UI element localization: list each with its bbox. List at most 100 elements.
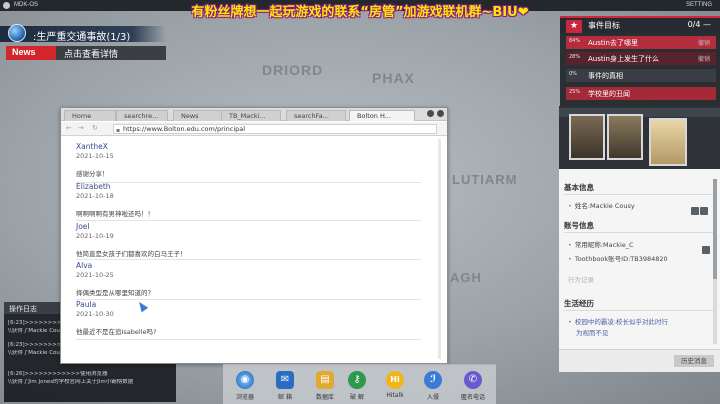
objective-item[interactable]: 84% Austin去了哪里 撤销 [566, 36, 716, 49]
globe-icon [8, 24, 26, 42]
objective-item[interactable]: 28% Austin身上发生了什么 撤销 [566, 52, 716, 65]
objective-label: Austin身上发生了什么 [588, 55, 659, 63]
comment-text: 择偶类型是从哪里知道的？ [76, 289, 154, 297]
app-label: 浏览器 [235, 394, 254, 401]
log-line: [6:26]>>>>>>>>>>>>使用浏览器 [8, 371, 108, 377]
tab-news[interactable]: News [173, 110, 225, 121]
profile-panel: 基本信息 • 姓名:Mackie Cousy 账号信息 • 常用昵称:Mackie_… [559, 106, 720, 372]
account-info-title: 账号信息 [564, 221, 594, 230]
objectives-count-value: 0/4 [687, 20, 701, 29]
scroll-thumb[interactable] [713, 179, 717, 279]
suspect-photo[interactable] [607, 114, 643, 160]
suspect-photo[interactable] [569, 114, 605, 160]
life-experience-title: 生活经历 [564, 299, 594, 308]
divider [564, 310, 714, 311]
hitalk-icon: Hi [386, 371, 404, 389]
browser-scrollbar[interactable] [438, 139, 441, 359]
profile-locked-item: 行为记录 [568, 276, 594, 284]
app-label: 破 解 [350, 394, 364, 401]
profile-footer: 历史消息 [559, 349, 720, 372]
comment-text: 感谢分享！ [76, 170, 109, 178]
url-field[interactable]: ▪ https://www.Bolton.edu.com/principal [113, 124, 437, 134]
phone-icon: ✆ [464, 371, 482, 389]
settings-button[interactable]: SETTING [686, 2, 712, 8]
forward-icon[interactable]: → [78, 124, 84, 132]
browser-window: Home searchre... News TB_Macki... search… [60, 107, 448, 364]
divider [564, 194, 714, 195]
minimize-icon[interactable] [427, 110, 434, 117]
news-detail-button[interactable]: 点击查看详情 [56, 46, 166, 60]
map-label-agh: AGH [450, 270, 482, 285]
star-icon: ★ [566, 20, 582, 33]
collapse-icon[interactable]: — [703, 20, 711, 29]
close-icon[interactable] [437, 110, 444, 117]
profile-name-text: 姓名:Mackie Cousy [574, 202, 635, 210]
objectives-header: ★ 事件目标 0/4 — [560, 16, 720, 33]
objectives-count[interactable]: 0/4 — [688, 20, 711, 29]
objective-undo[interactable]: 撤销 [698, 38, 710, 47]
app-label: 数据库 [315, 394, 334, 401]
objective-progress: 84% [569, 38, 581, 44]
browser-icon: ◉ [236, 371, 254, 389]
profile-toothbook-id-text: Toothbook账号ID:TB3984820 [574, 255, 668, 263]
comment-author[interactable]: Alva [76, 261, 421, 270]
address-bar: ← → ↻ ▪ https://www.Bolton.edu.com/princ… [61, 122, 447, 136]
history-messages-button[interactable]: 历史消息 [674, 355, 714, 367]
app-anonymous-call[interactable]: ✆ 匿名电话 [457, 367, 489, 404]
profile-scrollbar[interactable] [713, 179, 717, 344]
comment-text: 他简直是女孩子们都喜欢的白马王子！ [76, 250, 187, 258]
app-crack[interactable]: ⚷ 破 解 [341, 367, 373, 404]
name-actions [690, 200, 710, 215]
app-browser[interactable]: ◉ 浏览器 [229, 367, 261, 404]
comment: Alva 2021-10-25 择偶类型是从哪里知道的？ [76, 261, 421, 300]
objective-item[interactable]: 25% 学校里的丑闻 [566, 87, 716, 100]
copy-icon[interactable] [700, 207, 708, 215]
comment: Elizabeth 2021-10-18 啊啊啊啊有男神啦还吗！！ [76, 182, 421, 221]
profile-toothbook-id: • Toothbook账号ID:TB3984820 [568, 255, 668, 263]
map-label-phax: PHAX [372, 70, 415, 86]
objectives-title: 事件目标 [588, 21, 620, 30]
page-icon: ▪ [116, 127, 121, 134]
objective-undo[interactable]: 撤销 [698, 54, 710, 63]
map-label-lutiarm: LUTIARM [452, 172, 518, 187]
comment-author[interactable]: XantheX [76, 142, 421, 151]
tab-search-results[interactable]: searchre... [116, 110, 168, 121]
comment-author[interactable]: Paula [76, 300, 421, 309]
comment-text: 啊啊啊啊有男神啦还吗！！ [76, 210, 154, 218]
objective-label: Austin去了哪里 [588, 39, 638, 47]
objective-progress: 0% [569, 71, 577, 77]
tab-bolton[interactable]: Bolton H... [349, 110, 415, 121]
divider [564, 232, 714, 233]
objective-item[interactable]: 0% 事件的真相 [566, 69, 716, 82]
objective-label: 学校里的丑闻 [588, 90, 630, 98]
tag-icon[interactable] [691, 207, 699, 215]
profile-name: • 姓名:Mackie Cousy [568, 202, 635, 210]
profile-nickname-text: 常用昵称:Mackie_C [574, 241, 634, 249]
app-hitalk[interactable]: Hi Hitalk [379, 367, 411, 404]
life-item-continued[interactable]: 为视而不见 [576, 327, 609, 337]
app-database[interactable]: ▤ 数据库 [309, 367, 341, 404]
app-label: Hitalk [386, 392, 404, 399]
tab-tb-mackie[interactable]: TB_Macki... [221, 110, 281, 121]
tab-search-fa[interactable]: searchFa... [286, 110, 346, 121]
back-icon[interactable]: ← [66, 124, 72, 132]
objective-progress: 25% [569, 89, 581, 95]
hack-icon: ℐ [424, 371, 442, 389]
comments-section: XantheX 2021-10-15 感谢分享！ Elizabeth 2021-… [61, 137, 447, 364]
tag-icon[interactable] [702, 246, 710, 254]
suspect-photo-selected[interactable] [649, 118, 687, 166]
comment-text: 他最近不是在追Isabelle吗? [76, 328, 157, 336]
life-item[interactable]: • 校园中的霸凌:校长似乎对此时行 [568, 316, 668, 326]
reload-icon[interactable]: ↻ [92, 124, 98, 132]
comment-author[interactable]: Elizabeth [76, 182, 421, 191]
app-hack[interactable]: ℐ 入侵 [417, 367, 449, 404]
tab-home[interactable]: Home [64, 110, 116, 121]
app-mail[interactable]: ✉ 邮 箱 [269, 367, 301, 404]
comment: XantheX 2021-10-15 感谢分享！ [76, 142, 421, 183]
comment-author[interactable]: Joel [76, 222, 421, 231]
comment: Joel 2021-10-19 他简直是女孩子们都喜欢的白马王子！ [76, 222, 421, 260]
comment-date: 2021-10-25 [76, 271, 114, 279]
app-label: 邮 箱 [278, 394, 292, 401]
comment-date: 2021-10-15 [76, 152, 114, 160]
objectives-panel: ★ 事件目标 0/4 — 84% Austin去了哪里 撤销 28% Austi… [560, 16, 720, 106]
